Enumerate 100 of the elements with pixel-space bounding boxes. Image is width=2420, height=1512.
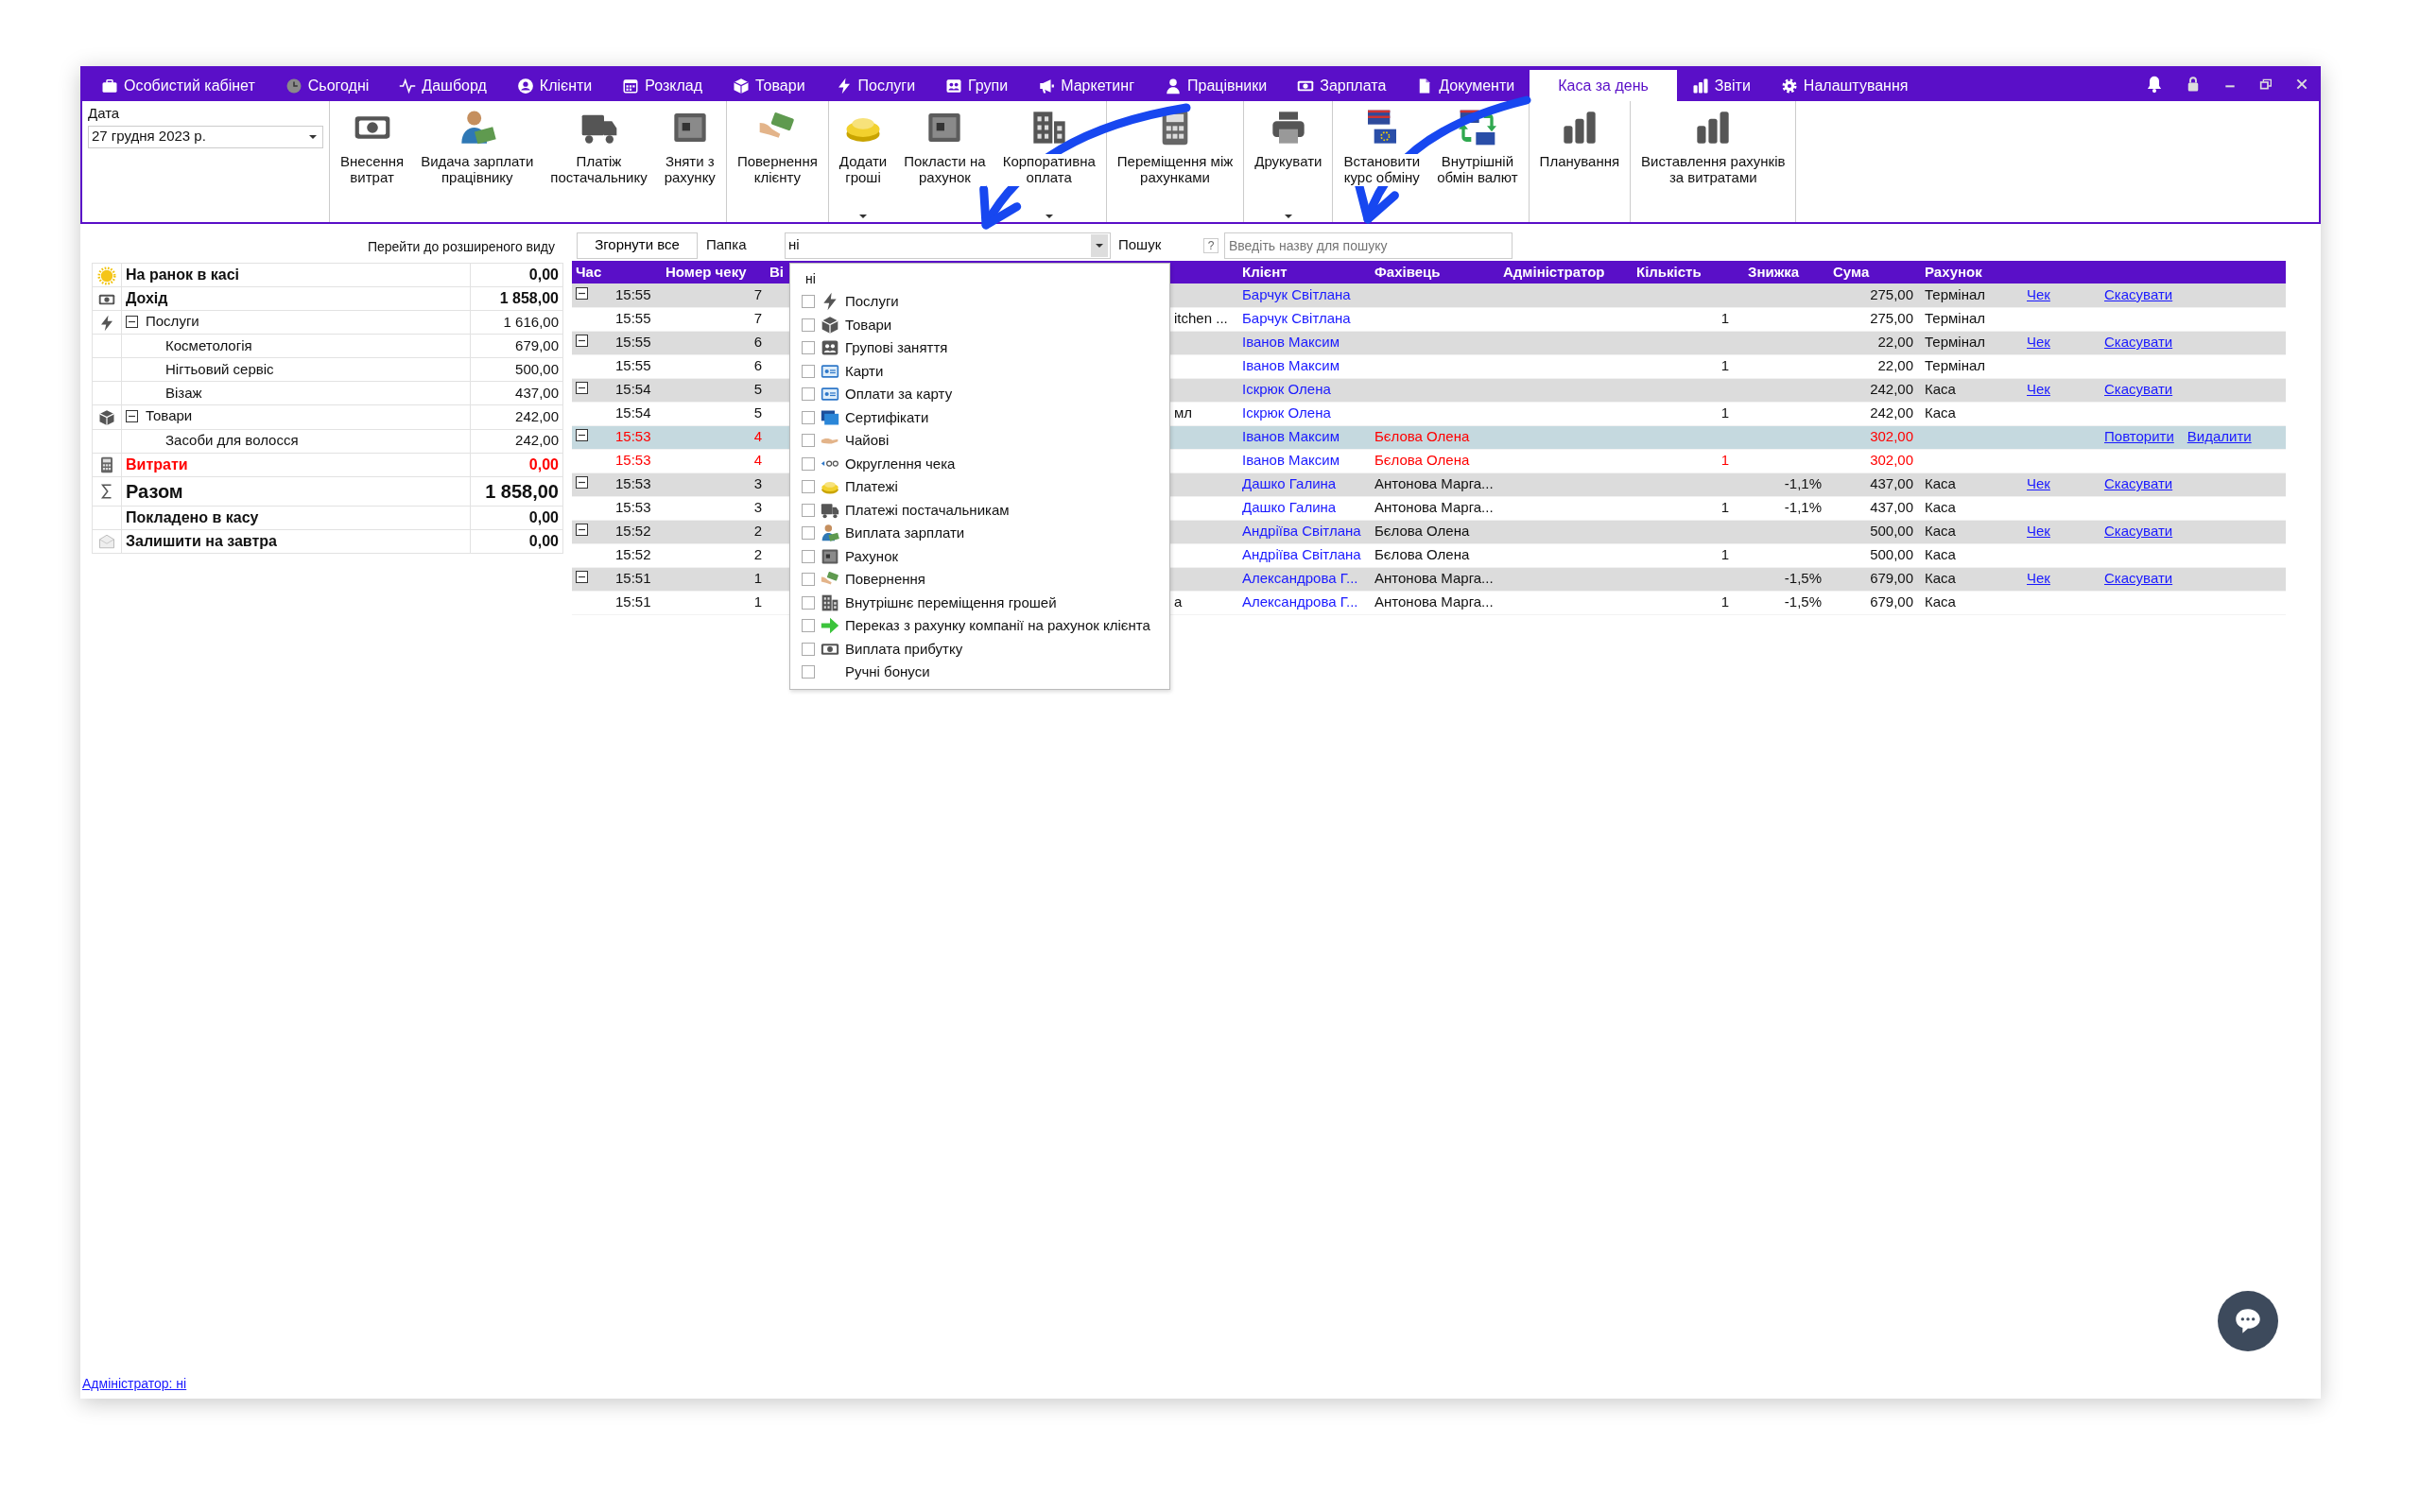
checkbox[interactable] <box>802 295 815 309</box>
collapse-icon[interactable] <box>576 476 588 490</box>
checkbox[interactable] <box>802 480 815 494</box>
time-cell[interactable]: 15:52 <box>600 543 662 567</box>
time-cell[interactable]: 15:54 <box>600 378 662 402</box>
menu-item[interactable]: Переказ з рахунку компанії на рахунок клієнта <box>845 615 1150 637</box>
toolbar-button[interactable]: Планування <box>1530 101 1629 222</box>
action-link[interactable]: Скасувати <box>2104 334 2173 351</box>
menu-item[interactable]: Товари <box>845 314 892 335</box>
action-link[interactable]: Скасувати <box>2104 523 2173 540</box>
nav-tab[interactable]: Звіти <box>1676 70 1766 101</box>
nav-tab[interactable]: Клієнти <box>501 70 608 101</box>
menu-item[interactable]: Послуги <box>845 291 899 313</box>
action-link[interactable]: Видалити <box>2187 428 2252 445</box>
collapse-icon[interactable] <box>576 287 588 300</box>
checkbox[interactable] <box>802 456 815 471</box>
nav-tab[interactable]: Працівники <box>1150 70 1283 101</box>
action-link[interactable]: Повторити <box>2104 428 2174 445</box>
toolbar-button[interactable]: Повернення клієнту <box>728 101 826 222</box>
checkbox[interactable] <box>802 642 815 656</box>
menu-item[interactable]: Карти <box>845 360 884 382</box>
time-cell[interactable]: 15:55 <box>600 307 662 331</box>
menu-item[interactable]: Рахунок <box>845 545 899 567</box>
receipt-link[interactable]: Чек <box>2027 334 2050 351</box>
toolbar-button[interactable]: Корпоративна оплата <box>994 101 1104 222</box>
receipt-link[interactable]: Чек <box>2027 475 2050 492</box>
menu-item[interactable]: Повернення <box>845 569 925 591</box>
checkbox[interactable] <box>802 364 815 378</box>
collapse-icon[interactable] <box>576 429 588 442</box>
time-cell[interactable]: 15:55 <box>600 284 662 307</box>
receipt-link[interactable]: Чек <box>2027 523 2050 540</box>
collapse-icon[interactable] <box>126 410 138 422</box>
nav-tab[interactable]: Особистий кабінет <box>86 70 270 101</box>
menu-item[interactable]: Оплати за карту <box>845 384 953 405</box>
time-cell[interactable]: 15:55 <box>600 331 662 354</box>
checkbox[interactable] <box>802 665 815 679</box>
help-button[interactable]: ? <box>1203 237 1219 253</box>
nav-tab[interactable]: Маркетинг <box>1023 70 1150 101</box>
menu-item[interactable]: Виплата зарплати <box>845 523 965 544</box>
toolbar-button[interactable]: Видача зарплати працівнику <box>412 101 543 222</box>
menu-item[interactable]: Платежі <box>845 476 898 498</box>
menu-item[interactable]: Сертифікати <box>845 406 929 428</box>
toolbar-button[interactable]: Встановити курс обміну <box>1335 101 1429 222</box>
nav-tab[interactable]: Товари <box>717 70 821 101</box>
checkbox[interactable] <box>802 619 815 633</box>
receipt-link[interactable]: Чек <box>2027 286 2050 302</box>
time-cell[interactable]: 15:51 <box>600 567 662 591</box>
nav-tab[interactable]: Групи <box>930 70 1024 101</box>
expanded-view-link[interactable]: Перейти до розширеного виду <box>92 230 562 263</box>
action-link[interactable]: Скасувати <box>2104 475 2173 492</box>
collapse-icon[interactable] <box>576 382 588 395</box>
date-picker[interactable]: 27 грудня 2023 р. <box>88 125 323 148</box>
menu-item[interactable]: Платежі постачальникам <box>845 499 1010 521</box>
time-cell[interactable]: 15:54 <box>600 402 662 425</box>
nav-tab[interactable]: Документи <box>1401 70 1530 101</box>
receipt-link[interactable]: Чек <box>2027 570 2050 587</box>
checkbox[interactable] <box>802 318 815 332</box>
menu-item[interactable]: Внутрішнє переміщення грошей <box>845 592 1057 613</box>
collapse-icon[interactable] <box>576 524 588 537</box>
time-cell[interactable]: 15:53 <box>600 496 662 520</box>
menu-item[interactable]: Чайові <box>845 430 890 452</box>
collapse-icon[interactable] <box>576 335 588 348</box>
checkbox[interactable] <box>802 526 815 541</box>
nav-tab[interactable]: Каса за день <box>1530 70 1677 101</box>
menu-item[interactable]: Округлення чека <box>845 453 956 474</box>
toolbar-button[interactable]: Покласти на рахунок <box>895 101 994 222</box>
search-field[interactable]: Введіть назву для пошуку <box>1224 232 1512 259</box>
action-link[interactable]: Скасувати <box>2104 570 2173 587</box>
folder-dropdown[interactable]: ні <box>785 232 1111 259</box>
notification-icon[interactable] <box>2145 74 2164 94</box>
time-cell[interactable]: 15:53 <box>600 449 662 472</box>
checkbox[interactable] <box>802 410 815 424</box>
toolbar-button[interactable]: Внесення витрат <box>332 101 413 222</box>
collapse-all-button[interactable]: Згорнути все <box>577 232 698 259</box>
collapse-icon[interactable] <box>126 315 138 328</box>
nav-tab[interactable]: Сьогодні <box>269 70 385 101</box>
collapse-icon[interactable] <box>576 571 588 584</box>
nav-tab[interactable]: Налаштування <box>1765 70 1924 101</box>
receipt-link[interactable]: Чек <box>2027 381 2050 398</box>
checkbox[interactable] <box>802 549 815 563</box>
administrator-link[interactable]: Адміністратор: ні <box>82 1376 187 1391</box>
action-link[interactable]: Скасувати <box>2104 286 2173 302</box>
checkbox[interactable] <box>802 387 815 402</box>
time-cell[interactable]: 15:53 <box>600 472 662 496</box>
time-cell[interactable]: 15:51 <box>600 591 662 614</box>
checkbox[interactable] <box>802 503 815 517</box>
toolbar-button[interactable]: Внутрішній обмін валют <box>1428 101 1527 222</box>
toolbar-button[interactable]: Друкувати <box>1246 101 1331 222</box>
toolbar-button[interactable]: Переміщення між рахунками <box>1108 101 1242 222</box>
checkbox[interactable] <box>802 595 815 610</box>
nav-tab[interactable]: Зарплата <box>1282 70 1402 101</box>
nav-tab[interactable]: Послуги <box>820 70 931 101</box>
menu-item[interactable]: Виплата прибутку <box>845 638 963 660</box>
checkbox[interactable] <box>802 573 815 587</box>
nav-tab[interactable]: Дашборд <box>384 70 502 101</box>
action-link[interactable]: Скасувати <box>2104 381 2173 398</box>
toolbar-button[interactable]: Зняти з рахунку <box>655 101 724 222</box>
toolbar-button[interactable]: Додати гроші <box>830 101 896 222</box>
menu-item[interactable]: ні <box>805 271 816 286</box>
menu-item[interactable]: Ручні бонуси <box>845 662 930 683</box>
